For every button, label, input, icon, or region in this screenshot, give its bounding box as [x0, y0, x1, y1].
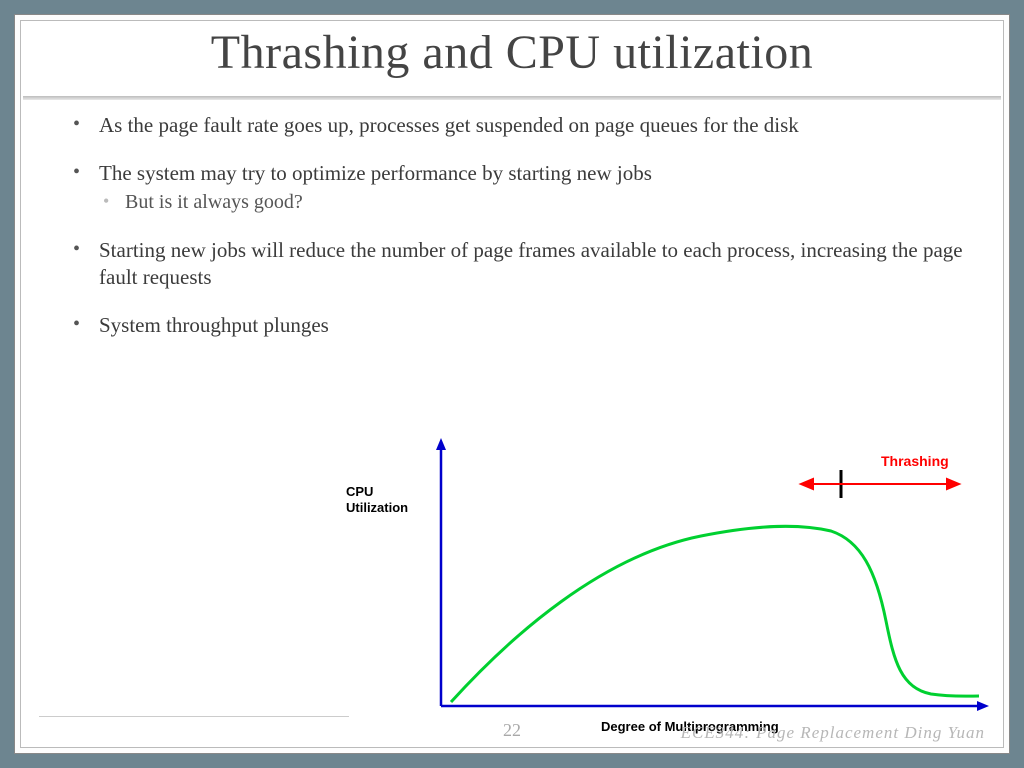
y-axis-arrow-icon: [436, 438, 446, 450]
bullet-2-text: The system may try to optimize performan…: [99, 161, 652, 185]
slide-title: Thrashing and CPU utilization: [41, 27, 983, 80]
y-axis-label-line2: Utilization: [346, 500, 408, 515]
utilization-curve: [451, 526, 979, 702]
thrashing-arrow-head-icon: [947, 479, 959, 489]
x-axis-arrow-icon: [977, 701, 989, 711]
thrashing-chart: Thrashing CPU Utilization Degree of Mult…: [301, 436, 991, 746]
bullet-3: Starting new jobs will reduce the number…: [69, 237, 963, 290]
slide-inner-frame: Thrashing and CPU utilization As the pag…: [20, 20, 1004, 748]
bullet-4: System throughput plunges: [69, 312, 963, 338]
slide-content: As the page fault rate goes up, processe…: [21, 100, 1003, 338]
footer-divider: [39, 716, 349, 717]
course-footer: ECE344: Page Replacement Ding Yuan: [681, 723, 985, 743]
y-axis-label-line1: CPU: [346, 484, 373, 499]
thrashing-label: Thrashing: [881, 453, 949, 469]
bullet-1: As the page fault rate goes up, processe…: [69, 112, 963, 138]
bullet-2: The system may try to optimize performan…: [69, 160, 963, 215]
thrashing-arrow-tail-icon: [801, 479, 813, 489]
slide-outer-frame: Thrashing and CPU utilization As the pag…: [14, 14, 1010, 754]
slide-title-block: Thrashing and CPU utilization: [21, 21, 1003, 90]
bullet-2-sub-1: But is it always good?: [99, 190, 963, 215]
